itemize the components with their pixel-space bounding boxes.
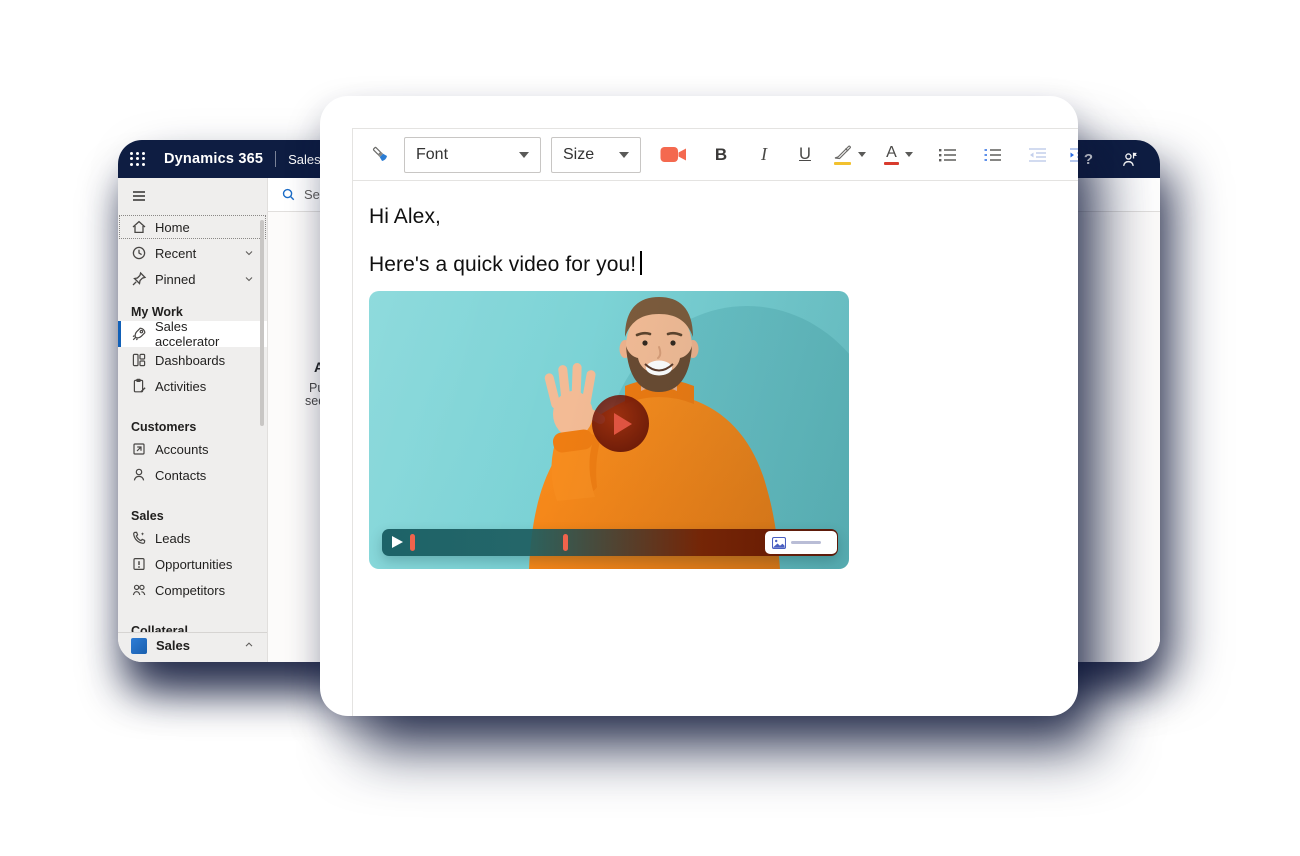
play-icon xyxy=(614,413,632,435)
sidebar-item-label: Home xyxy=(155,220,190,235)
video-play-button[interactable] xyxy=(592,395,649,452)
clock-icon xyxy=(131,245,147,261)
chevron-down-icon xyxy=(519,152,529,158)
sidebar-item-label: Opportunities xyxy=(155,557,232,572)
brand-title: Dynamics 365 xyxy=(164,151,263,167)
sidebar-section-collateral: Collateral xyxy=(118,622,267,632)
sidebar-item-label: Sales accelerator xyxy=(155,319,255,349)
highlight-color-button[interactable] xyxy=(833,145,866,165)
italic-button[interactable]: I xyxy=(755,144,773,165)
highlight-color-swatch xyxy=(834,162,851,165)
sidebar-section-sales: Sales xyxy=(118,507,267,525)
sidebar-item-leads[interactable]: Leads xyxy=(118,525,267,551)
area-icon xyxy=(131,638,147,654)
insert-video-icon[interactable] xyxy=(660,145,687,164)
font-family-value: Font xyxy=(416,146,448,164)
sidebar-item-sales-accelerator[interactable]: Sales accelerator xyxy=(118,321,267,347)
font-family-dropdown[interactable]: Font xyxy=(404,137,541,173)
chevron-up-icon xyxy=(243,639,255,651)
chapter-marker[interactable] xyxy=(563,534,568,551)
chevron-down-icon xyxy=(858,152,866,157)
underline-button[interactable]: U xyxy=(795,145,815,164)
chevron-down-icon[interactable] xyxy=(243,273,255,285)
topbar-divider xyxy=(275,151,276,167)
help-icon[interactable]: ? xyxy=(1084,151,1093,168)
font-size-dropdown[interactable]: Size xyxy=(551,137,641,173)
sidebar-item-label: Competitors xyxy=(155,583,225,598)
app-launcher-icon[interactable] xyxy=(130,152,145,167)
message-line-2: Here's a quick video for you! xyxy=(369,251,1062,277)
person-icon xyxy=(131,467,147,483)
rich-text-editor: Font Size B I U xyxy=(352,128,1078,716)
dashboard-icon xyxy=(131,352,147,368)
opportunity-icon xyxy=(131,556,147,572)
people-icon xyxy=(131,582,147,598)
sidebar-item-label: Pinned xyxy=(155,272,195,287)
font-size-value: Size xyxy=(563,146,594,164)
home-icon xyxy=(131,219,147,235)
thumbnail-chip[interactable] xyxy=(765,531,837,554)
editor-body[interactable]: Hi Alex, Here's a quick video for you! xyxy=(353,181,1078,716)
increase-indent-icon[interactable] xyxy=(1069,147,1078,163)
search-icon[interactable] xyxy=(281,187,296,202)
sidebar-item-label: Dashboards xyxy=(155,353,225,368)
message-line-1: Hi Alex, xyxy=(369,205,1062,229)
sidebar-item-label: Leads xyxy=(155,531,190,546)
sidebar-item-activities[interactable]: Activities xyxy=(118,373,267,399)
bar-play-icon[interactable] xyxy=(392,536,403,548)
sidebar-item-competitors[interactable]: Competitors xyxy=(118,577,267,603)
accounts-icon xyxy=(131,441,147,457)
chevron-down-icon[interactable] xyxy=(243,247,255,259)
font-color-letter: A xyxy=(886,145,897,160)
sidebar-item-pinned[interactable]: Pinned xyxy=(118,266,267,292)
rocket-icon xyxy=(131,326,147,342)
numbered-list-icon[interactable] xyxy=(983,147,1002,163)
editor-toolbar: Font Size B I U xyxy=(353,129,1078,181)
area-switcher[interactable]: Sales xyxy=(118,632,267,662)
bold-button[interactable]: B xyxy=(711,145,731,165)
page: Dynamics 365 Sales Hub ? xyxy=(0,0,1300,856)
person-flag-icon[interactable] xyxy=(1121,151,1138,168)
text-cursor xyxy=(640,251,642,275)
sidebar-item-opportunities[interactable]: Opportunities xyxy=(118,551,267,577)
sidebar-section-customers: Customers xyxy=(118,418,267,436)
font-color-button[interactable]: A xyxy=(884,145,913,165)
sidebar-item-label: Contacts xyxy=(155,468,206,483)
sidebar-item-label: Accounts xyxy=(155,442,208,457)
chevron-down-icon xyxy=(905,152,913,157)
chapter-marker[interactable] xyxy=(410,534,415,551)
video-progress-bar[interactable] xyxy=(382,529,838,556)
area-switcher-label: Sales xyxy=(156,638,190,653)
sidebar-item-contacts[interactable]: Contacts xyxy=(118,462,267,488)
format-painter-icon[interactable] xyxy=(370,144,392,166)
phone-icon xyxy=(131,530,147,546)
sidebar-item-home[interactable]: Home xyxy=(118,214,267,240)
chevron-down-icon xyxy=(619,152,629,158)
image-icon xyxy=(772,537,786,549)
chip-caption-placeholder xyxy=(791,541,821,544)
site-map-sidebar: Home Recent xyxy=(118,178,268,662)
sidebar-scrollbar[interactable] xyxy=(260,220,264,426)
sidebar-nav: Home Recent xyxy=(118,214,267,632)
sidebar-item-recent[interactable]: Recent xyxy=(118,240,267,266)
message-line-2-text: Here's a quick video for you! xyxy=(369,253,636,276)
sidebar-item-label: Recent xyxy=(155,246,196,261)
sidebar-item-dashboards[interactable]: Dashboards xyxy=(118,347,267,373)
sidebar-item-accounts[interactable]: Accounts xyxy=(118,436,267,462)
decrease-indent-icon[interactable] xyxy=(1028,147,1047,163)
clipboard-icon xyxy=(131,378,147,394)
sidebar-item-label: Activities xyxy=(155,379,206,394)
email-composer-card: Font Size B I U xyxy=(320,96,1078,716)
collapse-sidebar-button[interactable] xyxy=(118,178,267,214)
bullet-list-icon[interactable] xyxy=(938,147,957,163)
pin-icon xyxy=(131,271,147,287)
font-color-swatch xyxy=(884,162,899,165)
embedded-video-player[interactable] xyxy=(369,291,849,569)
